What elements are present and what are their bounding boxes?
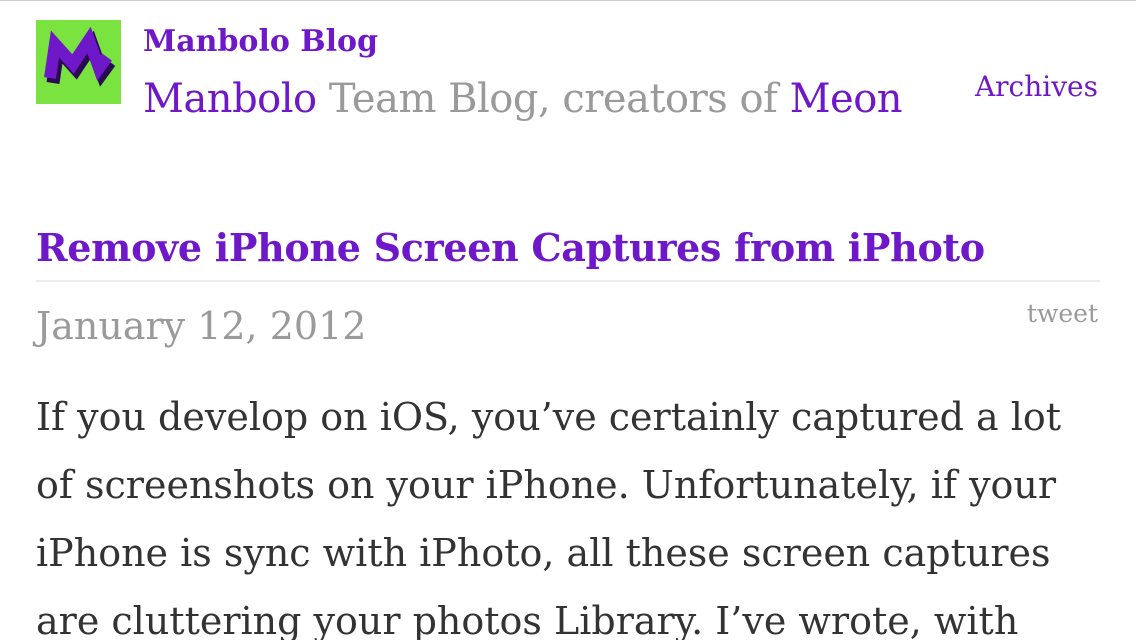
post-body-line: of screenshots on your iPhone. Unfortuna… — [36, 463, 1057, 507]
logo-graphic — [44, 26, 116, 87]
post-body-line: are cluttering your photos Library. I’ve… — [36, 599, 1019, 640]
post-body-line: iPhone is sync with iPhoto, all these sc… — [36, 531, 1051, 575]
title-divider — [36, 280, 1100, 282]
post-date: January 12, 2012 — [36, 304, 367, 348]
tagline-text: Team Blog, creators of — [316, 76, 790, 122]
blog-name-link[interactable]: Manbolo Blog — [143, 24, 378, 60]
post-body-line: If you develop on iOS, you’ve certainly … — [36, 395, 1062, 439]
manbolo-m-logo-icon[interactable] — [36, 20, 121, 104]
manbolo-link[interactable]: Manbolo — [143, 76, 317, 122]
top-border — [0, 0, 1136, 1]
meon-link[interactable]: Meon — [790, 76, 903, 122]
post-title[interactable]: Remove iPhone Screen Captures from iPhot… — [36, 224, 985, 272]
post-body: If you develop on iOS, you’ve certainly … — [36, 383, 1106, 640]
blog-tagline: Manbolo Team Blog, creators of Meon — [143, 74, 903, 124]
tweet-link[interactable]: tweet — [1027, 298, 1098, 330]
archives-link[interactable]: Archives — [975, 70, 1098, 104]
